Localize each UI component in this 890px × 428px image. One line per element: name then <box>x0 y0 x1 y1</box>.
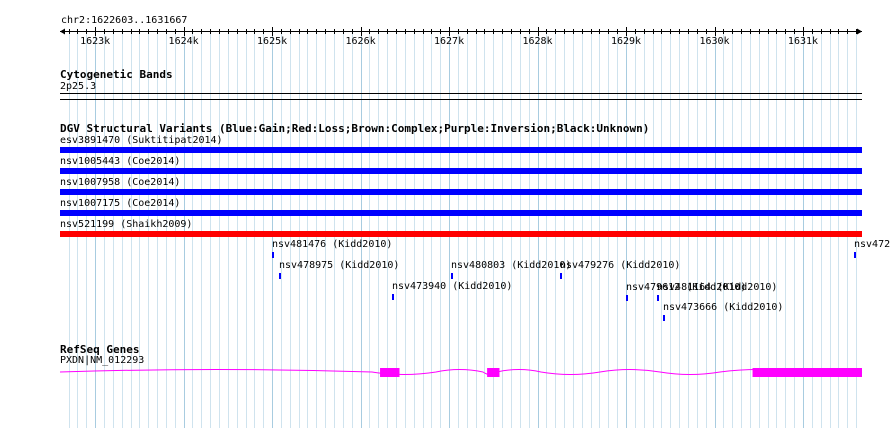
gene-exon-block[interactable] <box>487 368 500 377</box>
genome-browser-view: chr2:1622603..1631667 1623k 1624k 1625k 162… <box>0 0 890 428</box>
gene-exon-block[interactable] <box>380 368 400 377</box>
gene-intron-line <box>59 369 863 375</box>
gene-exon-block[interactable] <box>752 368 862 377</box>
refseq-gene-glyph[interactable] <box>0 0 890 428</box>
